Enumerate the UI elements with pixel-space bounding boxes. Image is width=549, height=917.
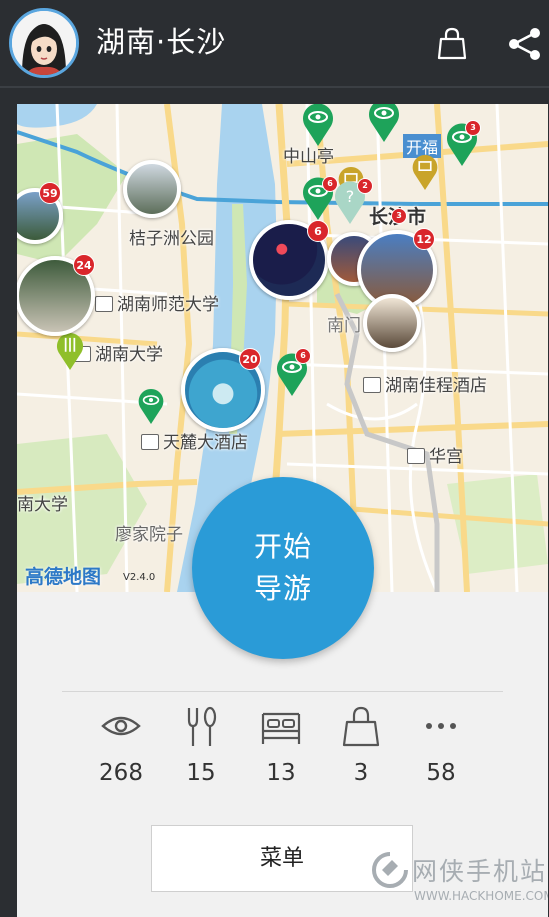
watermark-text-en: WWW.HACKHOME.COM [414, 889, 548, 903]
map-label-huagong: 华宫 [407, 442, 463, 467]
scenic-pin[interactable] [137, 386, 165, 424]
amap-version: V2.4.0 [123, 572, 156, 583]
building-icon [407, 448, 425, 464]
bed-icon [261, 712, 301, 744]
section-divider [62, 691, 503, 692]
hotel-icon [363, 377, 381, 393]
map-label-shida-text: 湖南师范大学 [117, 295, 219, 315]
count-badge: 6 [322, 176, 338, 192]
map-label-juzizhou: 桔子洲公园 [129, 229, 214, 249]
photo-pin-gate[interactable] [363, 294, 421, 352]
eye-icon [101, 716, 141, 736]
count-badge: 24 [73, 254, 95, 276]
top-bar: 湖南·长沙 [0, 0, 549, 86]
count-badge: 59 [39, 182, 61, 204]
category-count: 58 [426, 760, 456, 786]
category-count: 13 [266, 760, 296, 786]
shopping-bag-icon [342, 706, 380, 747]
header-divider [0, 86, 549, 88]
count-badge: 6 [295, 348, 311, 364]
watermark-text-cn: 网侠手机站 [412, 857, 548, 886]
more-icon [426, 723, 456, 729]
page-title: 湖南·长沙 [96, 25, 227, 59]
map-label-huagong-text: 华宫 [429, 447, 463, 467]
map-label-tianlu-text: 天麓大酒店 [163, 433, 248, 453]
map-label-jiacheng: 湖南佳程酒店 [363, 371, 487, 396]
shop-pin[interactable] [411, 152, 439, 190]
count-badge: 12 [413, 228, 435, 250]
category-count: 268 [99, 760, 143, 786]
map-label-nanmen: 南门 [327, 316, 361, 336]
category-sights[interactable]: 268 [81, 704, 161, 786]
share-icon[interactable] [505, 24, 545, 64]
start-tour-button[interactable]: 开始 导游 [192, 477, 374, 659]
watermark-logo-icon [372, 852, 408, 888]
map-label-liaojia: 廖家院子 [115, 525, 183, 545]
user-avatar[interactable] [9, 8, 79, 78]
amap-logo: 高德地图 [25, 566, 102, 588]
school-icon [95, 296, 113, 312]
count-badge: 6 [307, 220, 329, 242]
restaurant-pin[interactable] [55, 330, 85, 370]
category-row: 268 15 13 3 58 [81, 704, 481, 804]
count-badge: 20 [239, 348, 261, 370]
shopping-bag-icon[interactable] [432, 24, 472, 64]
map-label-tianlu: 天麓大酒店 [141, 428, 248, 453]
svg-text:?: ? [346, 187, 355, 206]
photo-pin-juzizhou[interactable] [123, 160, 181, 218]
map-label-jiacheng-text: 湖南佳程酒店 [385, 376, 487, 396]
category-more[interactable]: 58 [401, 704, 481, 786]
fork-spoon-icon [187, 706, 217, 746]
hotel-icon [141, 434, 159, 450]
map-label-nandaxue: 南大学 [17, 495, 68, 515]
count-badge: 3 [465, 120, 481, 136]
map-label-shida: 湖南师范大学 [95, 290, 219, 315]
count-badge: 2 [357, 178, 373, 194]
city-card: 中山亭 开福 长沙市 桔子洲公园 湖南师范大学 湖南大学 南门 湖南佳程酒店 天… [17, 104, 548, 917]
map-label-hunan-univ-text: 湖南大学 [95, 345, 163, 365]
category-food[interactable]: 15 [161, 704, 241, 786]
scenic-pin[interactable] [301, 104, 335, 146]
category-hotels[interactable]: 13 [241, 704, 321, 786]
scenic-pin[interactable] [367, 104, 401, 142]
category-shopping[interactable]: 3 [321, 704, 401, 786]
category-count: 15 [186, 760, 216, 786]
map-label-hunan-univ: 湖南大学 [73, 340, 163, 365]
count-badge: 3 [391, 208, 407, 224]
category-count: 3 [353, 760, 369, 786]
watermark: 网侠手机站 WWW.HACKHOME.COM [372, 852, 548, 912]
